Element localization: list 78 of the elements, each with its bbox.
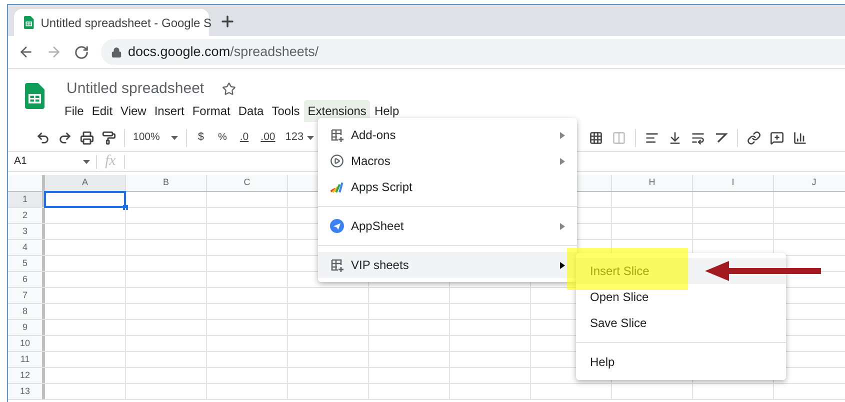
menu-option-label: AppSheet <box>351 218 404 235</box>
redo-icon[interactable] <box>58 130 72 144</box>
name-box[interactable]: A1 <box>8 152 96 171</box>
submenu-option[interactable]: Help <box>576 349 786 375</box>
menu-item[interactable]: Data <box>234 100 268 122</box>
column-header[interactable]: A <box>82 176 88 190</box>
link-icon[interactable] <box>746 130 761 144</box>
row-header[interactable]: 2 <box>22 208 28 222</box>
row-header[interactable]: 3 <box>22 224 28 238</box>
formula-label: fx <box>104 152 117 172</box>
play-circle-icon <box>330 154 344 168</box>
borders-icon[interactable] <box>588 130 603 144</box>
menu-item[interactable]: Format <box>188 100 234 122</box>
comment-icon[interactable] <box>770 130 784 144</box>
menu-option[interactable]: VIP sheets <box>318 252 577 278</box>
lock-icon <box>111 46 122 58</box>
menu-option-label: Macros <box>351 153 390 170</box>
align-left-icon[interactable] <box>644 130 659 144</box>
document-title[interactable]: Untitled spreadsheet <box>66 78 204 100</box>
row-header[interactable]: 8 <box>22 304 28 318</box>
caret-icon <box>83 160 90 164</box>
row-header[interactable]: 9 <box>22 320 28 334</box>
add-ons-icon <box>330 128 344 142</box>
text-wrap-icon[interactable] <box>690 130 705 144</box>
menu-option[interactable]: Macros <box>318 148 577 174</box>
menu-option[interactable]: Apps Script <box>318 174 577 200</box>
row-header[interactable]: 7 <box>22 288 28 302</box>
column-header[interactable]: I <box>732 176 734 190</box>
chart-icon[interactable] <box>792 130 807 144</box>
menu-item[interactable]: Tools <box>268 100 304 122</box>
address-bar[interactable]: docs.google.com/spreadsheets/ <box>101 39 845 65</box>
apps-script-icon <box>330 180 344 194</box>
column-header[interactable]: H <box>648 176 656 190</box>
row-header[interactable]: 5 <box>22 256 28 270</box>
percent-format-button[interactable]: % <box>214 130 230 145</box>
print-icon[interactable] <box>80 130 94 144</box>
browser-tab[interactable]: Untitled spreadsheet - Google S <box>14 9 209 36</box>
tab-title: Untitled spreadsheet - Google S <box>40 14 212 32</box>
menu-option-label: Add-ons <box>351 127 396 144</box>
back-icon[interactable] <box>18 44 34 60</box>
column-header[interactable]: C <box>244 176 250 190</box>
selected-cell[interactable] <box>44 191 126 208</box>
menu-item[interactable]: File <box>60 100 88 122</box>
column-header[interactable]: J <box>812 176 816 190</box>
row-header[interactable]: 4 <box>22 240 28 254</box>
menu-option-label: VIP sheets <box>351 257 409 274</box>
appsheet-icon <box>330 219 344 233</box>
text-rotation-icon[interactable] <box>714 130 728 144</box>
menu-item[interactable]: Insert <box>150 100 188 122</box>
zoom-select[interactable]: 100% <box>133 130 178 146</box>
column-header[interactable]: B <box>162 176 169 190</box>
paint-roller-icon[interactable] <box>102 130 116 144</box>
url-text: docs.google.com/spreadsheets/ <box>128 42 319 61</box>
sheets-logo-icon <box>25 83 44 109</box>
menu-item[interactable]: Edit <box>88 100 117 122</box>
caret-icon <box>306 136 314 140</box>
menu-option[interactable]: AppSheet <box>318 213 577 239</box>
menu-item[interactable]: View <box>116 100 150 122</box>
caret-icon <box>170 136 178 140</box>
reload-icon[interactable] <box>74 44 89 60</box>
menu-option-label: Apps Script <box>351 179 412 196</box>
undo-icon[interactable] <box>36 130 50 144</box>
number-format-select[interactable]: 123 <box>285 129 314 146</box>
submenu-option[interactable]: Save Slice <box>576 310 786 336</box>
currency-format-button[interactable]: $ <box>194 129 207 146</box>
row-header[interactable]: 1 <box>22 192 28 206</box>
decrease-decimals-button[interactable]: .0 <box>238 130 251 146</box>
menu-item[interactable]: Help <box>370 100 404 122</box>
merge-cells-icon[interactable] <box>612 130 626 144</box>
new-tab-icon[interactable] <box>219 13 236 30</box>
star-icon[interactable] <box>222 82 236 96</box>
row-header[interactable]: 6 <box>22 272 28 286</box>
sheets-favicon-icon <box>24 16 34 29</box>
vertical-align-icon[interactable] <box>668 130 682 144</box>
menu-option[interactable]: Add-ons <box>318 122 577 148</box>
increase-decimals-button[interactable]: .00 <box>258 130 278 146</box>
add-ons-icon <box>330 258 344 272</box>
submenu-option[interactable]: Open Slice <box>576 284 786 310</box>
